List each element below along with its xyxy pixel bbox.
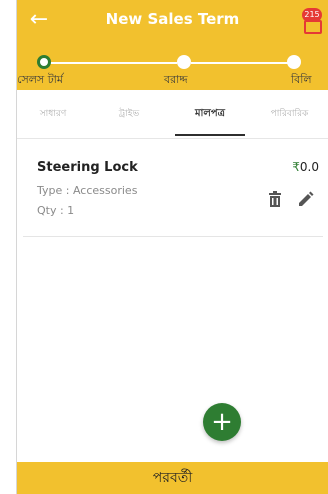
step-label-delivery[interactable]: বিলি — [291, 71, 312, 90]
step-label-allocation[interactable]: বরাদ্দ — [164, 71, 188, 90]
cart-badge: 215 — [302, 8, 322, 22]
next-button[interactable]: পরবর্তী — [17, 462, 328, 494]
step-label-sales-term[interactable]: সেলস টার্ম — [17, 71, 63, 90]
add-item-button[interactable]: + — [203, 403, 241, 441]
item-name: Steering Lock — [37, 160, 138, 175]
tab-family[interactable]: পারিবারিক — [251, 90, 328, 138]
page-title: New Sales Term — [105, 10, 240, 28]
app-screen: ← New Sales Term 215 সেলস টার্ম বরাদ্দ ব… — [17, 0, 328, 494]
currency-symbol: ₹ — [292, 160, 300, 174]
price-value: 0.0 — [299, 160, 319, 174]
step-dot — [287, 55, 301, 69]
tab-general[interactable]: সাধারণ — [17, 90, 89, 138]
left-panel-edge — [0, 0, 17, 494]
plus-icon: + — [211, 407, 233, 437]
tab-bar: সাধারণ ট্রাইভ মালপত্র পারিবারিক — [17, 90, 328, 138]
pencil-icon[interactable] — [297, 190, 315, 208]
tab-goods[interactable]: মালপত্র — [169, 90, 251, 138]
cart-shape — [304, 20, 322, 34]
list-item[interactable]: Steering Lock ₹0.0 Type : Accessories Qt… — [23, 148, 323, 237]
item-qty: Qty : 1 — [37, 204, 75, 217]
step-connector — [191, 62, 295, 64]
trash-icon[interactable] — [267, 190, 283, 208]
step-dot — [177, 55, 191, 69]
step-connector — [45, 62, 177, 64]
cart-icon[interactable]: 215 — [300, 8, 322, 34]
tab-indicator — [175, 134, 245, 136]
item-price: ₹0.0 — [292, 160, 319, 174]
progress-stepper: সেলস টার্ম বরাদ্দ বিলি — [17, 44, 328, 90]
divider — [17, 138, 328, 139]
step-dot-active — [37, 55, 51, 69]
app-bar: ← New Sales Term 215 — [17, 0, 328, 44]
tab-drive[interactable]: ট্রাইভ — [89, 90, 169, 138]
item-type: Type : Accessories — [37, 184, 138, 197]
